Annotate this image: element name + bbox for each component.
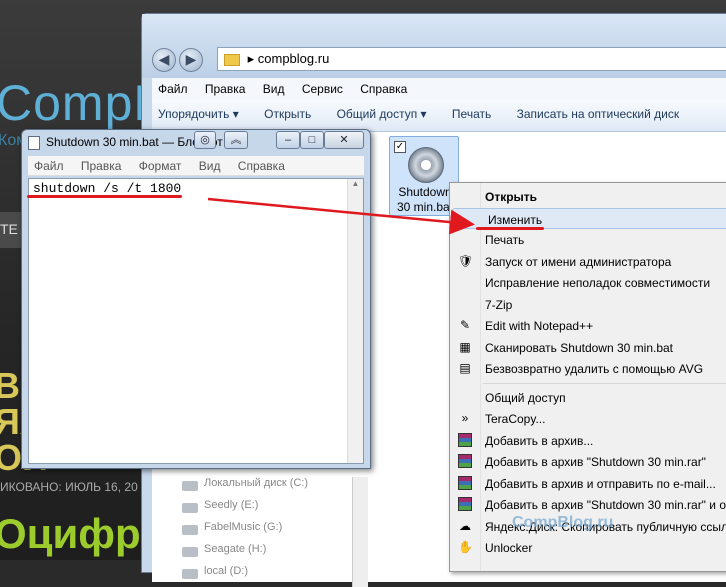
- np-menu-file[interactable]: Файл: [34, 159, 64, 173]
- context-menu-label: Открыть: [485, 190, 538, 204]
- annotation-underline-edit: [476, 227, 544, 230]
- menu-edit[interactable]: Правка: [205, 82, 246, 96]
- open-button[interactable]: Открыть: [264, 107, 311, 121]
- menu-help[interactable]: Справка: [360, 82, 407, 96]
- tree-item-drive[interactable]: Локальный диск (C:): [182, 477, 322, 499]
- menu-separator: [450, 380, 726, 387]
- notepad-icon: [28, 136, 40, 150]
- yandex-disk-icon: ☁: [459, 518, 471, 533]
- chevron-right-icon: ▸: [247, 51, 258, 66]
- context-menu-label: 7-Zip: [485, 297, 513, 312]
- context-menu-item[interactable]: » TeraCopy...: [450, 408, 726, 430]
- context-menu-item[interactable]: Общий доступ: [450, 387, 726, 409]
- context-menu-item[interactable]: ✎ Edit with Notepad++: [450, 315, 726, 337]
- context-menu-label: Изменить: [488, 212, 543, 227]
- share-button[interactable]: Общий доступ ▾: [337, 107, 427, 121]
- address-bar[interactable]: ▸ compblog.ru: [217, 47, 726, 71]
- context-menu-item[interactable]: 🛡 Запуск от имени администратора: [450, 251, 726, 273]
- close-button[interactable]: ✕: [324, 131, 364, 149]
- minimize-button[interactable]: –: [276, 131, 300, 149]
- annotation-underline-command: [27, 195, 182, 198]
- shredder-icon: ▤: [459, 361, 471, 375]
- context-menu-item[interactable]: Печать: [450, 229, 726, 251]
- address-text: compblog.ru: [257, 51, 330, 66]
- burn-button[interactable]: Записать на оптический диск: [517, 107, 680, 121]
- headline-line-1: В: [0, 365, 20, 406]
- context-menu-label: Безвозвратно удалить с помощью AVG: [485, 362, 704, 376]
- scan-icon: ▦: [459, 339, 471, 354]
- notepad-menubar: Файл Правка Формат Вид Справка: [28, 156, 364, 176]
- context-menu-item[interactable]: 7-Zip: [450, 294, 726, 316]
- explorer-menubar: Файл Правка Вид Сервис Справка: [152, 78, 726, 100]
- watermark: CompBlog.ru: [512, 514, 614, 531]
- context-menu-label: Edit with Notepad++: [485, 319, 594, 333]
- post-date: ИКОВАНО: ИЮЛЬ 16, 20: [0, 480, 138, 494]
- context-menu-item[interactable]: Добавить в архив "Shutdown 30 min.rar" и…: [450, 494, 726, 516]
- chevron-up-icon[interactable]: ︽: [224, 131, 248, 149]
- context-menu-item[interactable]: ▤ Безвозвратно удалить с помощью AVG: [450, 358, 726, 380]
- explorer-toolbar: Упорядочить ▾ Открыть Общий доступ ▾ Печ…: [152, 100, 726, 132]
- unlocker-icon: ✋: [458, 540, 473, 554]
- context-menu-label: Добавить в архив...: [485, 433, 594, 448]
- notepad-window: Shutdown 30 min.bat — Блокнот ◎ ︽ – □ ✕ …: [21, 129, 371, 469]
- tree-item-drive[interactable]: Seagate (H:): [182, 543, 322, 565]
- context-menu-label: Печать: [485, 233, 525, 247]
- menu-view[interactable]: Вид: [263, 82, 285, 96]
- context-menu-label: Общий доступ: [485, 390, 566, 405]
- batch-file-icon: [408, 147, 444, 183]
- nav-scrollbar[interactable]: [352, 477, 368, 587]
- context-menu-item[interactable]: ▦ Сканировать Shutdown 30 min.bat: [450, 337, 726, 359]
- shield-icon: 🛡: [458, 253, 474, 268]
- context-menu-label: Запуск от имени администратора: [485, 254, 672, 269]
- context-menu-label: Сканировать Shutdown 30 min.bat: [485, 340, 674, 355]
- editor-scrollbar[interactable]: ▲: [347, 179, 363, 463]
- context-menu-label: TeraCopy...: [485, 412, 546, 426]
- tree-item-drive[interactable]: Seedly (E:): [182, 499, 322, 521]
- context-menu-item[interactable]: Исправление неполадок совместимости: [450, 272, 726, 294]
- teracopy-icon: »: [461, 411, 469, 425]
- notepad-editor[interactable]: shutdown /s /t 1800 ▲: [28, 178, 364, 464]
- rar-icon: [458, 432, 472, 447]
- file-checkbox[interactable]: ✓: [394, 141, 406, 153]
- context-menu-item[interactable]: Добавить в архив "Shutdown 30 min.rar": [450, 451, 726, 473]
- context-menu-item[interactable]: ✋ Unlocker: [450, 537, 726, 559]
- context-menu-label: Добавить в архив и отправить по e-mail..…: [485, 476, 716, 491]
- editor-text[interactable]: shutdown /s /t 1800: [33, 181, 181, 196]
- context-menu-label: Добавить в архив "Shutdown 30 min.rar" и…: [485, 498, 726, 512]
- rar-icon: [458, 497, 472, 511]
- context-menu-label: Исправление неполадок совместимости: [485, 276, 711, 290]
- np-menu-help[interactable]: Справка: [238, 159, 285, 173]
- forward-button[interactable]: ▶: [179, 48, 203, 72]
- notepad-titlebar[interactable]: Shutdown 30 min.bat — Блокнот ◎ ︽ – □ ✕: [22, 130, 370, 156]
- rar-icon: [458, 475, 472, 490]
- explorer-titlebar: ◀ ▶ ▸ compblog.ru: [142, 14, 726, 78]
- np-menu-view[interactable]: Вид: [199, 159, 221, 173]
- np-menu-edit[interactable]: Правка: [81, 159, 122, 173]
- context-menu-item[interactable]: Изменить: [452, 207, 726, 229]
- tree-item-drive[interactable]: local (D:): [182, 565, 322, 587]
- menu-tools[interactable]: Сервис: [302, 82, 343, 96]
- pin-icon[interactable]: ◎: [194, 131, 216, 149]
- context-menu-label: Добавить в архив "Shutdown 30 min.rar": [485, 455, 706, 469]
- context-menu-label: Unlocker: [485, 541, 533, 555]
- notepad-plus-icon: ✎: [459, 318, 471, 332]
- tree-item-drive[interactable]: FabelMusic (G:): [182, 521, 322, 543]
- np-menu-format[interactable]: Формат: [139, 159, 182, 173]
- context-menu-item[interactable]: Открыть: [450, 186, 726, 208]
- menu-file[interactable]: Файл: [158, 82, 188, 96]
- folder-icon: [224, 53, 240, 66]
- context-menu-item[interactable]: Добавить в архив и отправить по e-mail..…: [450, 473, 726, 495]
- back-button[interactable]: ◀: [152, 48, 176, 72]
- print-button[interactable]: Печать: [452, 107, 491, 121]
- organize-button[interactable]: Упорядочить ▾: [158, 107, 239, 121]
- rar-icon: [458, 454, 472, 468]
- context-menu-item[interactable]: Добавить в архив...: [450, 430, 726, 452]
- maximize-button[interactable]: □: [300, 131, 324, 149]
- nav-tree: Локальный диск (C:) Seedly (E:) FabelMus…: [182, 477, 322, 587]
